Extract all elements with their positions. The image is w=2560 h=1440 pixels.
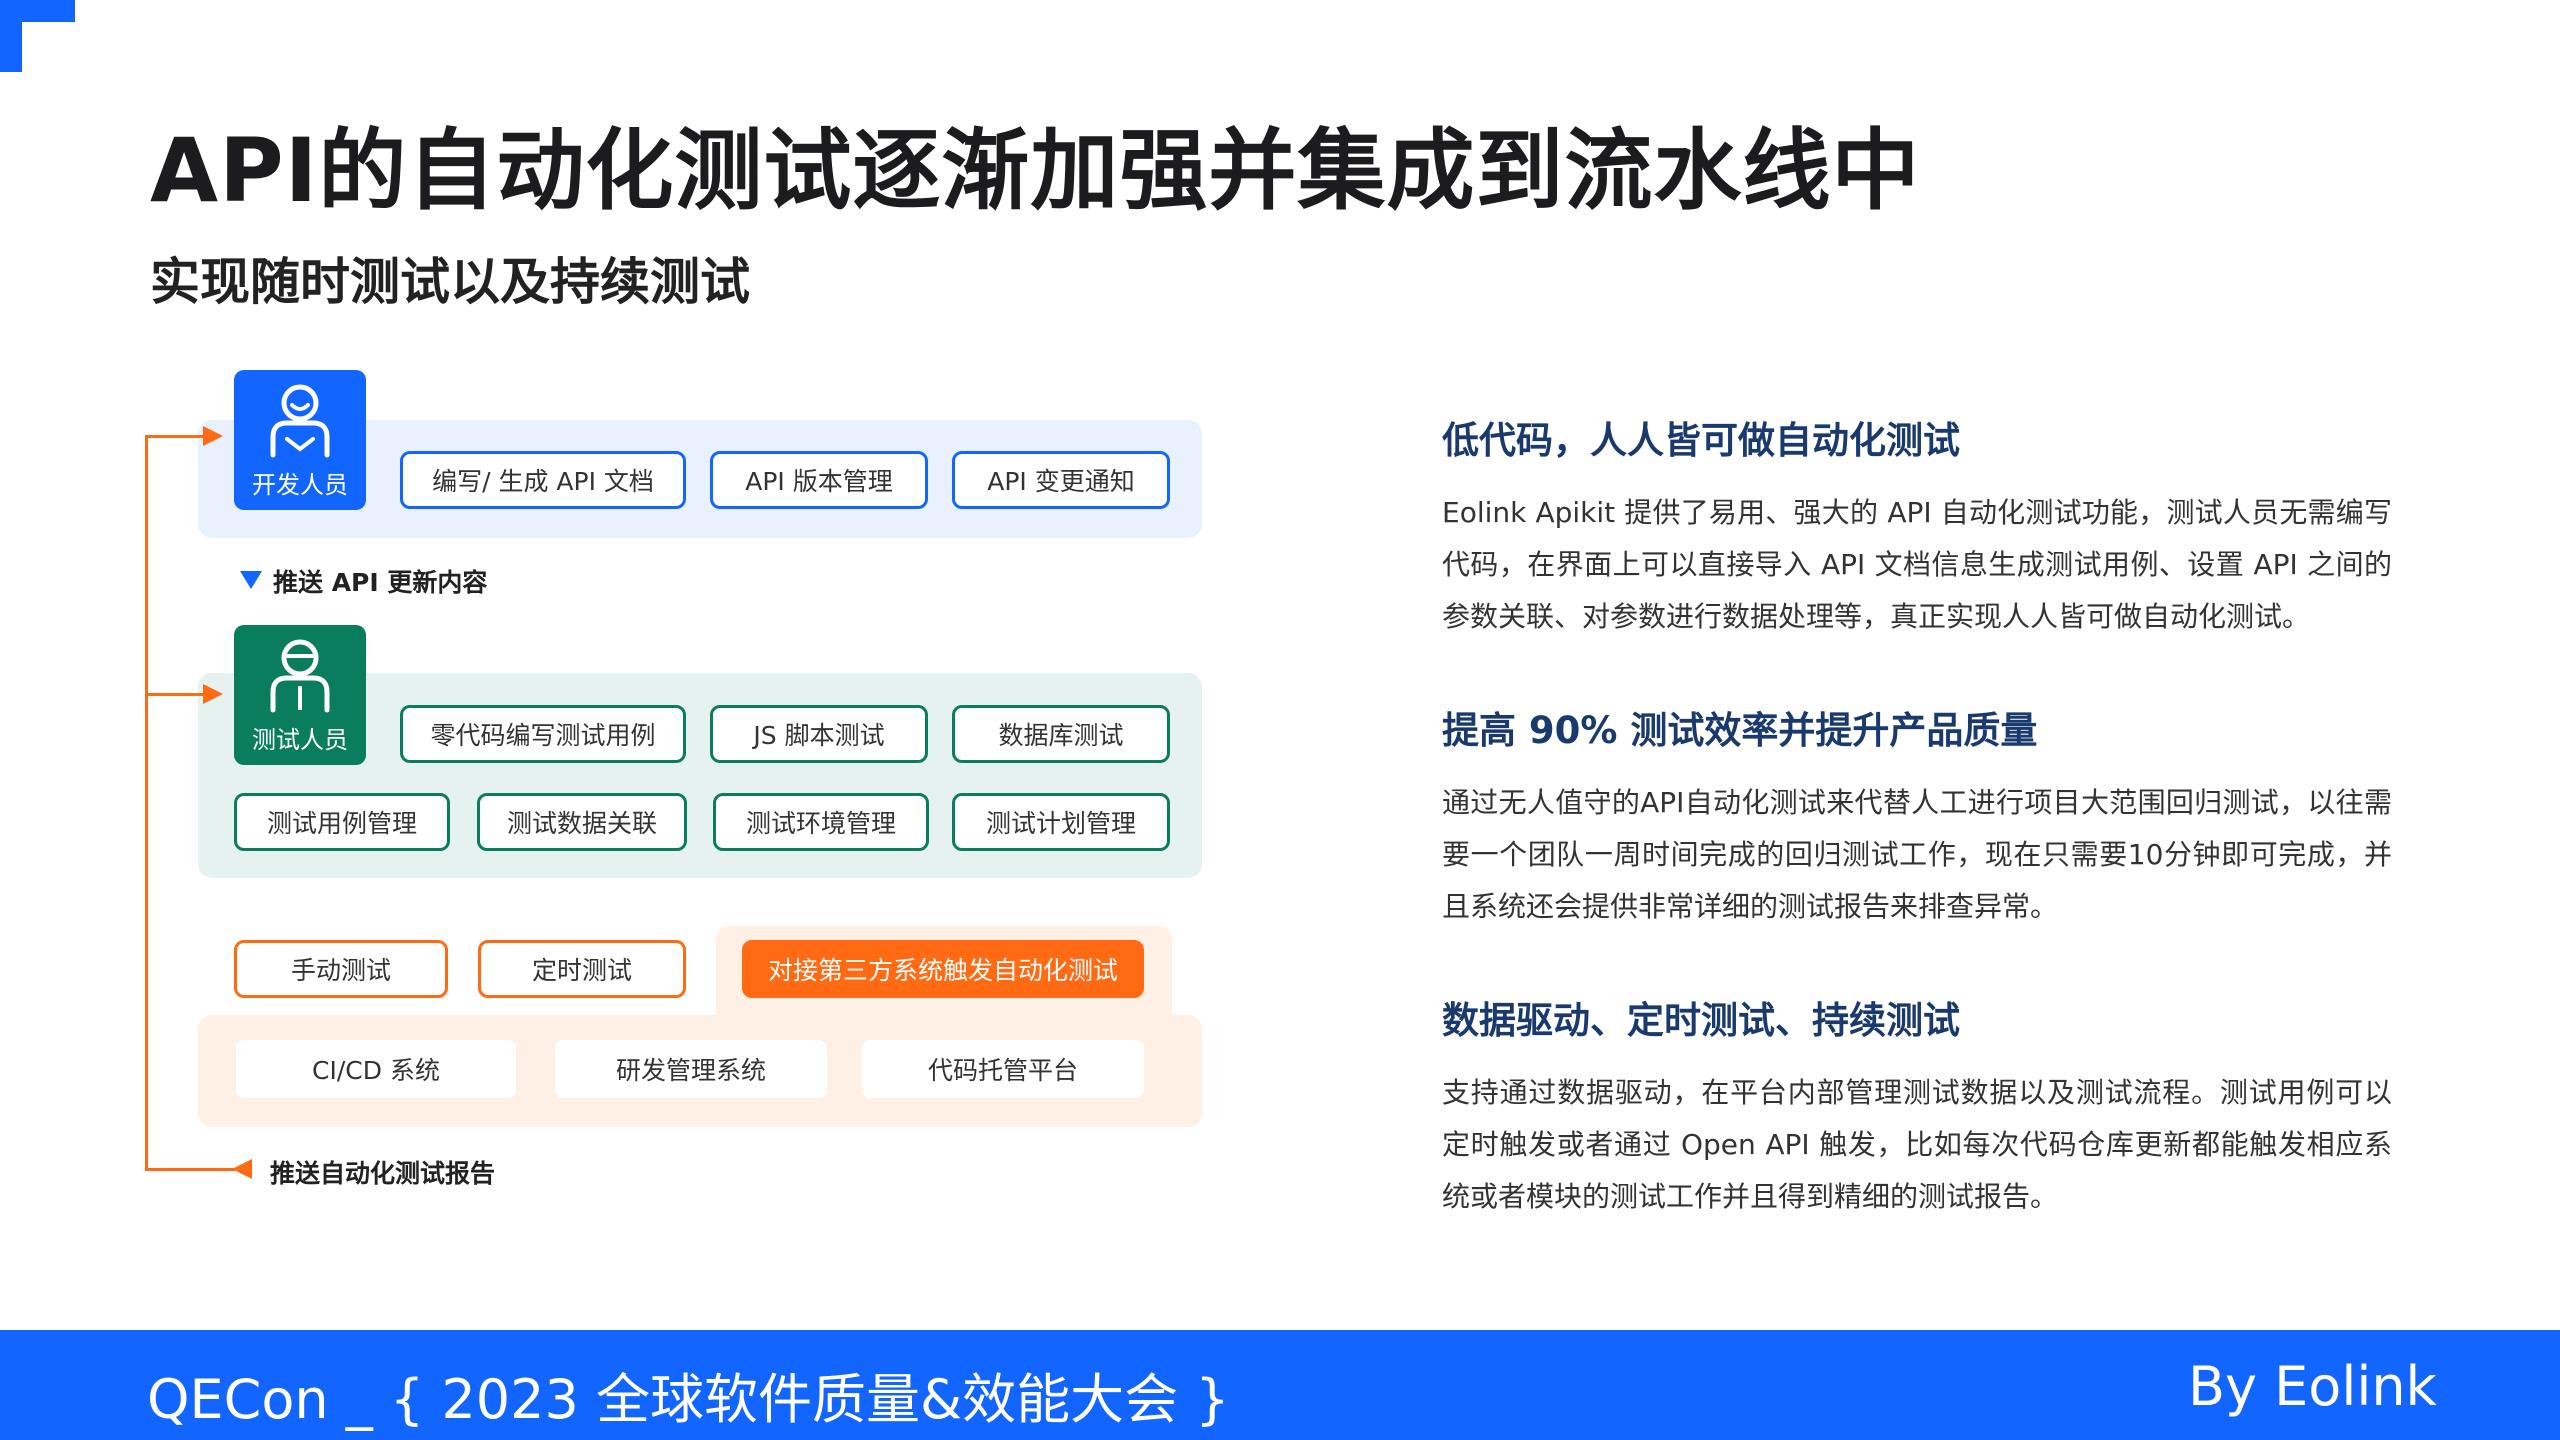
section-body-efficiency: 通过无人值守的API自动化测试来代替人工进行项目大范围回归测试，以往需要一个团队… [1442,786,2392,923]
section-body-low-code: Eolink Apikit 提供了易用、强大的 API 自动化测试功能，测试人员… [1442,496,2392,633]
trigger-manual: 手动测试 [234,940,448,998]
dev-item-doc: 编写/ 生成 API 文档 [400,451,686,509]
arrow-right-icon [203,426,223,446]
page-title: API的自动化测试逐渐加强并集成到流水线中 [150,119,1921,222]
section-heading-efficiency: 提高 90% 测试效率并提升产品质量 [1442,709,2038,752]
flow-line [145,435,205,438]
test-item-plan-mgmt: 测试计划管理 [952,793,1170,851]
tester-role-card: 测试人员 [234,625,366,765]
arrow-left-icon [232,1159,252,1179]
section-heading-low-code: 低代码，人人皆可做自动化测试 [1442,419,1960,462]
dev-item-version: API 版本管理 [710,451,928,509]
flow-line [145,1168,235,1171]
dev-item-notify: API 变更通知 [952,451,1170,509]
trigger-scheduled: 定时测试 [478,940,686,998]
footer-brand: By Eolink [2188,1355,2437,1418]
section-body-data-driven: 支持通过数据驱动，在平台内部管理测试数据以及测试流程。测试用例可以定时触发或者通… [1442,1076,2392,1213]
test-item-data-link: 测试数据关联 [477,793,687,851]
test-item-db: 数据库测试 [952,705,1170,763]
system-rd-mgmt: 研发管理系统 [555,1040,827,1098]
page-subtitle: 实现随时测试以及持续测试 [150,253,750,311]
footer-conference: QECon _ { 2023 全球软件质量&效能大会 } [147,1368,1230,1431]
developer-icon [270,384,330,458]
tester-icon [270,639,330,713]
tester-role-label: 测试人员 [252,726,348,754]
arrow-down-icon [240,571,262,589]
section-heading-data-driven: 数据驱动、定时测试、持续测试 [1442,999,1960,1042]
flow-line [145,693,205,696]
arrow-right-icon [203,684,223,704]
system-code-hosting: 代码托管平台 [862,1040,1144,1098]
push-update-label: 推送 API 更新内容 [273,568,488,597]
test-item-zero-code: 零代码编写测试用例 [400,705,686,763]
flow-line [145,436,148,1170]
test-item-js: JS 脚本测试 [710,705,928,763]
developer-role-label: 开发人员 [252,471,348,499]
push-report-label: 推送自动化测试报告 [270,1159,496,1188]
test-item-case-mgmt: 测试用例管理 [234,793,450,851]
test-item-env-mgmt: 测试环境管理 [713,793,929,851]
developer-role-card: 开发人员 [234,370,366,510]
corner-decoration [0,0,22,72]
system-cicd: CI/CD 系统 [236,1040,516,1098]
trigger-third-party: 对接第三方系统触发自动化测试 [742,940,1144,998]
